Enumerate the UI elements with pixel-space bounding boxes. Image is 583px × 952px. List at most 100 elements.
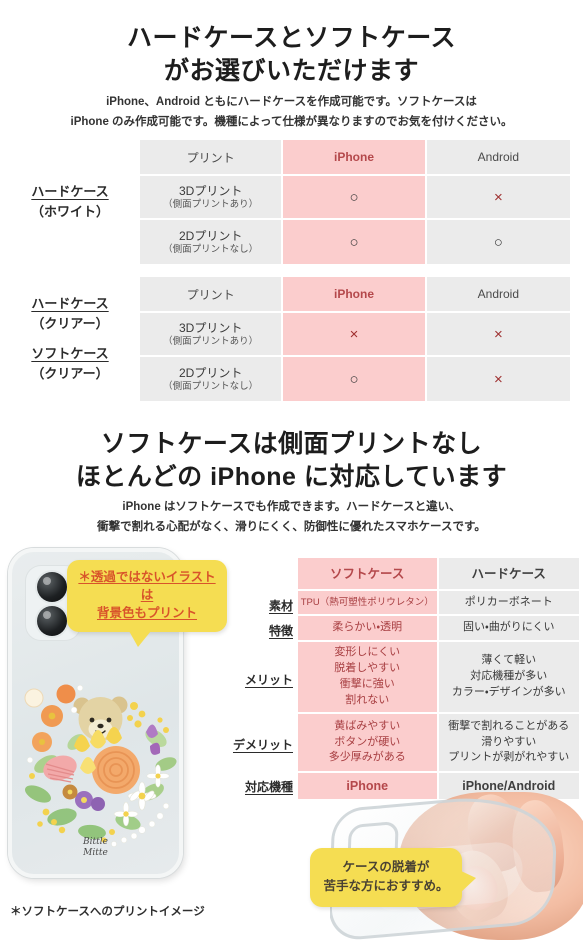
print-note-callout: ＊透過ではないイラストは 背景色もプリント	[67, 560, 227, 648]
t2-r1-name-main: 2Dプリント	[178, 365, 243, 380]
brand-signature: Bittle Mitte	[12, 837, 179, 858]
section1-lead: iPhone、Android ともにハードケースを作成可能です。ソフトケースは …	[0, 92, 583, 132]
print-note-line1: ＊透過ではないイラストは	[78, 570, 216, 602]
t1-r0-iphone: ○	[283, 176, 427, 220]
section2-lead: iPhone はソフトケースでも作成できます。ハードケースと違い、 衝撃で割れる…	[0, 497, 583, 537]
brand-signature-line1: Bittle	[83, 837, 108, 848]
t1-r0-name-main: 3Dプリント	[178, 183, 243, 198]
hard-case-white-label-main: ハードケース	[31, 183, 109, 199]
hard-case-white-label: ハードケース （ホワイト）	[0, 182, 140, 222]
t2-r1-iphone: ○	[283, 357, 427, 401]
cross-icon: ×	[493, 370, 503, 388]
t2-header-android: Android	[426, 277, 570, 313]
clear-case-label: ハードケース （クリアー） ソフトケース （クリアー）	[0, 294, 140, 384]
t1-r1-iphone: ○	[283, 220, 427, 264]
spec-row-material: TPU（熱可塑性ポリウレタン） ポリカーボネート	[298, 591, 579, 617]
spec-table: ソフトケース ハードケース TPU（熱可塑性ポリウレタン） ポリカーボネート 柔…	[298, 558, 579, 799]
section1-lead-line2: iPhone のみ作成可能です。機種によって仕様が異なりますのでお気を付けくださ…	[70, 116, 513, 129]
product-info-page: ハードケースとソフトケース がお選びいただけます iPhone、Android …	[0, 0, 583, 952]
brand-signature-line2: Mitte	[83, 847, 108, 858]
hard-case-white-block: ハードケース （ホワイト） プリント iPhone Android 3Dプリント…	[0, 140, 570, 264]
section1-heading: ハードケースとソフトケース がお選びいただけます	[0, 22, 583, 87]
spec-label-material: 素材	[268, 599, 293, 613]
t2-r1-android: ×	[426, 357, 570, 401]
t1-header-iphone: iPhone	[283, 140, 427, 176]
circle-icon: ○	[349, 188, 359, 206]
recommend-callout: ケースの脱着が 苦手な方におすすめ。	[310, 848, 476, 907]
section2-lead-line1: iPhone はソフトケースでも作成できます。ハードケースと違い、	[122, 501, 461, 513]
t2-header-print: プリント	[140, 277, 284, 313]
t1-r0-name: 3Dプリント （側面プリントあり）	[140, 176, 284, 220]
t2-header-iphone: iPhone	[283, 277, 427, 313]
print-note-line2: 背景色もプリント	[96, 605, 197, 620]
spec-header-soft: ソフトケース	[298, 558, 439, 592]
recommend-callout-line2: 苦手な方におすすめ。	[323, 878, 449, 893]
cross-icon: ×	[349, 325, 359, 343]
soft-case-clear-label-main: ソフトケース	[31, 345, 109, 361]
hard-case-clear-label-sub: （クリアー）	[31, 316, 109, 332]
hard-case-clear-label-main: ハードケース	[31, 296, 109, 312]
spec-feature-soft: 柔らかい・透明	[298, 616, 439, 642]
circle-icon: ○	[349, 233, 359, 251]
table-header-row: プリント iPhone Android	[140, 277, 570, 313]
t1-r1-name: 2Dプリント （側面プリントなし）	[140, 220, 284, 264]
spec-row-demerit: 黄ばみやすい ボタンが硬い 多少厚みがある 衝撃で割れることがある 滑りやすい …	[298, 714, 579, 773]
cross-icon: ×	[493, 188, 503, 206]
t2-r0-name-sub: （側面プリントあり）	[163, 335, 259, 347]
spec-label-device: 対応機種	[244, 779, 293, 794]
spec-row-labels: 素材 特徴 メリット デメリット 対応機種	[232, 558, 296, 799]
table-row: 2Dプリント （側面プリントなし） ○ ×	[140, 357, 570, 401]
clear-case-table: プリント iPhone Android 3Dプリント （側面プリントあり） × …	[140, 277, 570, 401]
soft-vs-hard-spec-table: 素材 特徴 メリット デメリット 対応機種 ソフトケース ハードケース TPU（…	[232, 558, 579, 799]
section2-heading: ソフトケースは側面プリントなし ほとんどの iPhone に対応しています	[0, 428, 583, 493]
spec-demerit-hard: 衝撃で割れることがある 滑りやすい プリントが剥がれやすい	[438, 714, 579, 773]
spec-merit-soft: 変形しにくい 脱着しやすい 衝撃に強い 割れない	[298, 641, 439, 715]
spec-row-merit: 変形しにくい 脱着しやすい 衝撃に強い 割れない 薄くて軽い 対応機種が多い カ…	[298, 641, 579, 715]
t2-r0-name: 3Dプリント （側面プリントあり）	[140, 313, 284, 357]
camera-lens-icon	[37, 572, 67, 602]
section1-heading-line1: ハードケースとソフトケース	[126, 24, 456, 52]
spec-row-feature: 柔らかい・透明 固い・曲がりにくい	[298, 616, 579, 642]
spec-label-demerit: デメリット	[232, 737, 293, 752]
t2-r0-name-main: 3Dプリント	[178, 320, 243, 335]
table-row: 3Dプリント （側面プリントあり） × ×	[140, 313, 570, 357]
t1-r1-android: ○	[426, 220, 570, 264]
spec-demerit-soft: 黄ばみやすい ボタンが硬い 多少厚みがある	[298, 714, 439, 773]
section1-heading-line2: がお選びいただけます	[163, 56, 419, 85]
spec-feature-hard: 固い・曲がりにくい	[438, 616, 579, 642]
t1-r1-name-main: 2Dプリント	[178, 228, 243, 243]
t1-header-print: プリント	[140, 140, 284, 176]
t1-r0-android: ×	[426, 176, 570, 220]
t1-r1-name-sub: （側面プリントなし）	[163, 243, 259, 255]
table-row: 3Dプリント （側面プリントあり） ○ ×	[140, 176, 570, 220]
circle-icon: ○	[493, 233, 503, 251]
spec-label-feature: 特徴	[268, 624, 293, 638]
spec-header-hard: ハードケース	[438, 558, 579, 592]
section2-heading-line1: ソフトケースは側面プリントなし	[100, 430, 483, 458]
print-image-footnote: ＊ソフトケースへのプリントイメージ	[10, 906, 205, 918]
hard-case-white-table: プリント iPhone Android 3Dプリント （側面プリントあり） ○ …	[140, 140, 570, 264]
t2-r0-android: ×	[426, 313, 570, 357]
table-row: 2Dプリント （側面プリントなし） ○ ○	[140, 220, 570, 264]
recommend-callout-line1: ケースの脱着が	[342, 860, 430, 874]
cross-icon: ×	[493, 325, 503, 343]
section2-lead-line2: 衝撃で割れる心配がなく、滑りにくく、防御性に優れたスマホケースです。	[97, 521, 486, 534]
table-header-row: プリント iPhone Android	[140, 140, 570, 176]
circle-icon: ○	[349, 370, 359, 388]
t1-header-android: Android	[426, 140, 570, 176]
soft-case-clear-label-sub: （クリアー）	[31, 365, 109, 381]
spec-header-row: ソフトケース ハードケース	[298, 558, 579, 592]
t1-r0-name-sub: （側面プリントあり）	[163, 198, 259, 210]
clear-case-block: ハードケース （クリアー） ソフトケース （クリアー） プリント iPhone …	[0, 277, 570, 401]
spec-material-soft: TPU（熱可塑性ポリウレタン）	[298, 591, 439, 617]
t2-r1-name-sub: （側面プリントなし）	[163, 380, 259, 392]
spec-label-merit: メリット	[244, 672, 293, 687]
t2-r0-iphone: ×	[283, 313, 427, 357]
floral-bear-illustration	[24, 684, 177, 847]
spec-material-hard: ポリカーボネート	[438, 591, 579, 617]
section1-lead-line1: iPhone、Android ともにハードケースを作成可能です。ソフトケースは	[106, 96, 477, 108]
hard-case-white-label-sub: （ホワイト）	[30, 204, 109, 219]
center-flower	[92, 746, 140, 794]
camera-lens-icon	[37, 606, 67, 636]
t2-r1-name: 2Dプリント （側面プリントなし）	[140, 357, 284, 401]
